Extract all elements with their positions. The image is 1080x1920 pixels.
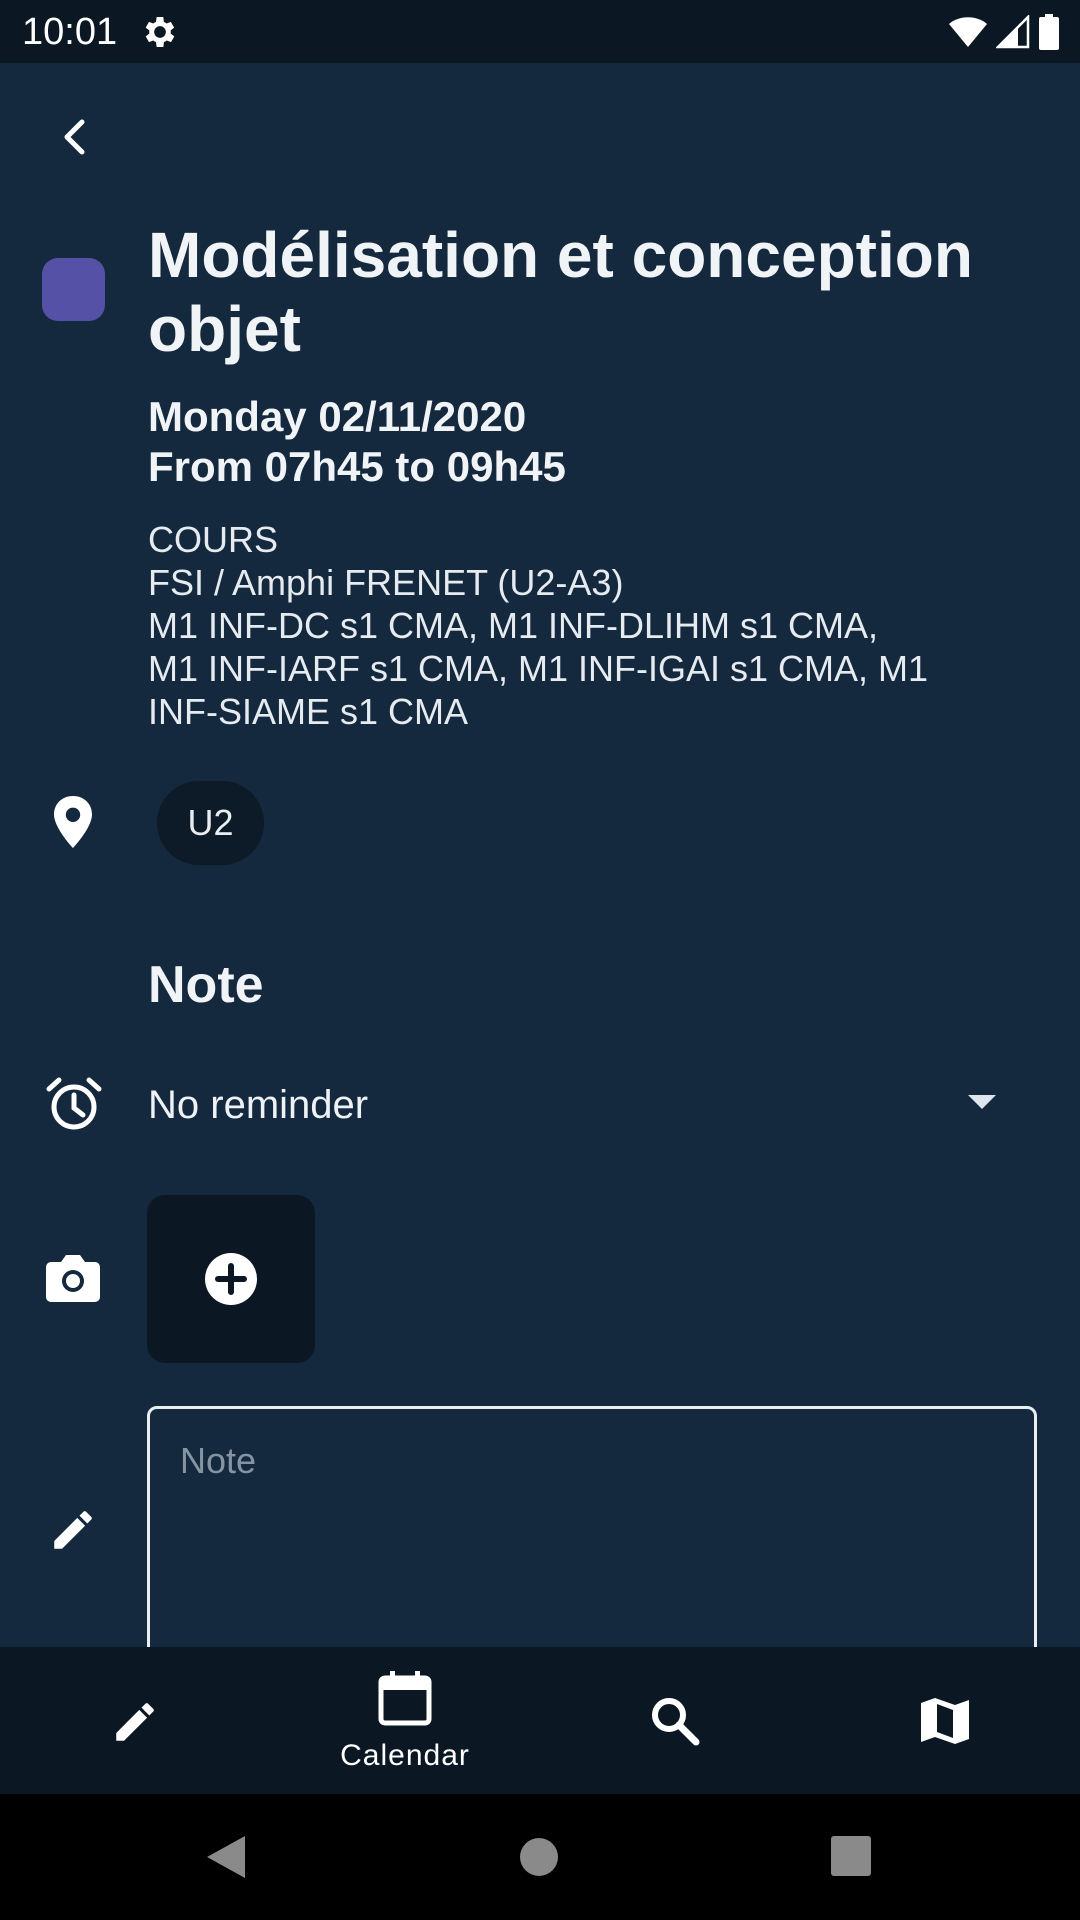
event-details: COURS FSI / Amphi FRENET (U2-A3) M1 INF-… [148,518,1028,733]
location-pin-icon [54,796,92,848]
calendar-icon [378,1671,432,1726]
event-color-swatch [42,258,105,321]
note-input[interactable] [178,1439,1002,1483]
event-datetime: Monday 02/11/2020 From 07h45 to 09h45 [148,392,566,492]
status-bar: 10:01 [0,0,1080,63]
nav-item-edit[interactable] [0,1647,270,1794]
back-triangle-icon[interactable] [205,1834,247,1880]
reminder-value: No reminder [148,1083,369,1127]
add-circle-icon [205,1253,257,1305]
event-date: Monday 02/11/2020 [148,393,527,440]
nav-item-search[interactable] [540,1647,810,1794]
event-detail-line: FSI / Amphi FRENET (U2-A3) [148,562,624,603]
event-detail-line: M1 INF-IARF s1 CMA, M1 INF-IGAI s1 CMA, … [148,648,929,689]
bottom-navigation: Calendar [0,1647,1080,1794]
event-time-range: From 07h45 to 09h45 [148,443,566,490]
search-icon [652,1698,700,1746]
system-navigation-bar [0,1794,1080,1920]
wifi-icon [949,17,987,47]
event-detail-line: M1 INF-DC s1 CMA, M1 INF-DLIHM s1 CMA, [148,605,879,646]
dropdown-arrow-icon [968,1095,996,1109]
pencil-icon [116,1703,154,1741]
battery-icon [1039,14,1059,50]
add-photo-button[interactable] [147,1195,315,1363]
nav-label-calendar: Calendar [340,1739,470,1772]
status-time: 10:01 [22,11,118,53]
event-title: Modélisation et conception objet [148,219,973,365]
map-icon [921,1698,969,1744]
reminder-dropdown[interactable]: No reminder [148,1075,1008,1135]
back-arrow-icon[interactable] [50,112,100,162]
nav-item-map[interactable] [810,1647,1080,1794]
nav-item-calendar[interactable]: Calendar [270,1647,540,1794]
location-chip[interactable]: U2 [157,781,264,865]
camera-icon [46,1255,100,1302]
signal-icon [996,15,1030,49]
event-detail-line: COURS [148,519,279,560]
recents-square-icon[interactable] [831,1836,871,1876]
alarm-clock-icon [46,1077,102,1130]
event-detail-line: INF-SIAME s1 CMA [148,691,469,732]
status-icons [948,12,1060,52]
gear-icon [145,17,175,47]
note-section-title: Note [148,956,264,1014]
pencil-icon [54,1511,92,1549]
home-circle-icon[interactable] [518,1836,560,1878]
